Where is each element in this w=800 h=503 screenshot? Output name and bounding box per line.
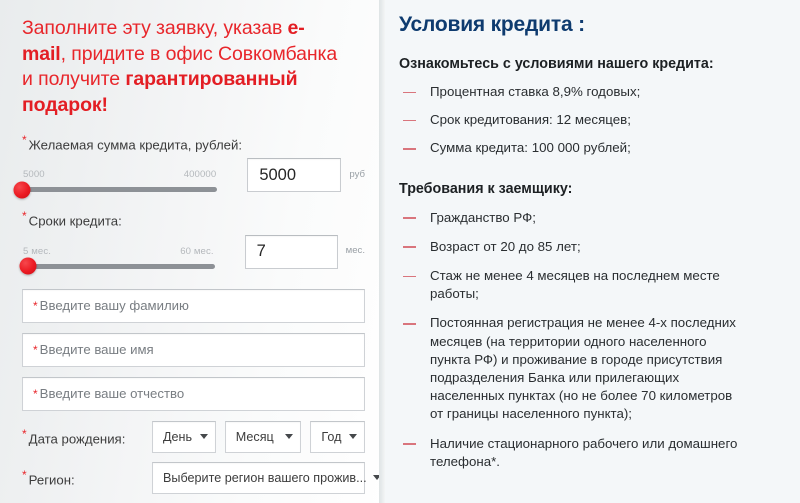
required-asterisk: * [22, 426, 27, 441]
birth-day-select[interactable]: День [152, 420, 216, 453]
region-row: * Регион: Выберите регион вашего прожив..… [22, 461, 381, 494]
amount-slider[interactable]: 5000 400000 [13, 167, 218, 199]
term-slider-range: 5 мес. 60 мес. [22, 246, 215, 257]
conditions-list: Процентная ставка 8,9% годовых; Срок кре… [399, 83, 784, 158]
region-value: Выберите регион вашего прожив... [163, 470, 367, 485]
birthdate-label-text: Дата рождения: [28, 430, 126, 446]
amount-slider-knob[interactable] [13, 181, 31, 199]
birth-month-value: Месяц [235, 429, 274, 444]
required-asterisk: * [33, 342, 38, 357]
birth-day-value: День [163, 429, 193, 444]
term-slider-track[interactable] [19, 257, 215, 275]
list-item: Гражданство РФ; [399, 209, 749, 227]
amount-unit-label: руб [349, 168, 365, 180]
amount-slider-range: 5000 400000 [22, 169, 217, 180]
conditions-title: Условия кредита : [399, 13, 585, 36]
amount-slider-row: 5000 400000 5000 руб [13, 158, 365, 199]
term-value-text: 7 [256, 242, 266, 261]
amount-label: * Желаемая сумма кредита, рублей: [22, 134, 365, 152]
amount-slider-max: 400000 [183, 169, 217, 181]
term-unit-label: мес. [345, 245, 365, 257]
term-value-input[interactable]: 7 [244, 234, 338, 269]
firstname-input[interactable]: * Введите ваше имя [22, 332, 365, 367]
term-slider-max: 60 мес. [180, 245, 214, 257]
conditions-subtitle: Ознакомьтесь с условиями нашего кредита: [399, 56, 714, 72]
surname-placeholder: Введите вашу фамилию [39, 298, 189, 314]
region-label-text: Регион: [28, 471, 75, 487]
amount-slider-track[interactable] [13, 181, 218, 199]
surname-input[interactable]: * Введите вашу фамилию [22, 288, 365, 323]
required-asterisk: * [33, 386, 38, 401]
term-slider-knob[interactable] [19, 257, 37, 275]
panel-divider [379, 0, 385, 503]
headline-part-1: Заполните эту заявку, указав [22, 17, 288, 39]
list-item: Срок кредитования: 12 месяцев; [399, 111, 749, 129]
loan-application-page: Заполните эту заявку, указав e-mail, при… [0, 0, 800, 503]
application-form-panel: Заполните эту заявку, указав e-mail, при… [0, 0, 385, 503]
region-label: * Регион: [22, 469, 152, 487]
chevron-down-icon [285, 434, 294, 440]
term-slider[interactable]: 5 мес. 60 мес. [19, 244, 215, 275]
birthdate-row: * Дата рождения: День Месяц Год [22, 420, 365, 453]
list-item: Постоянная регистрация не менее 4-х посл… [399, 314, 749, 423]
name-fields-group: * Введите вашу фамилию * Введите ваше им… [22, 288, 365, 411]
required-asterisk: * [33, 298, 38, 313]
region-select[interactable]: Выберите регион вашего прожив... [152, 461, 381, 494]
birth-year-select[interactable]: Год [310, 420, 365, 453]
firstname-placeholder: Введите ваше имя [39, 342, 154, 358]
birth-year-value: Год [321, 429, 342, 444]
birthdate-label: * Дата рождения: [22, 428, 152, 446]
requirements-list: Гражданство РФ; Возраст от 20 до 85 лет;… [399, 209, 784, 471]
list-item: Сумма кредита: 100 000 рублей; [399, 139, 749, 157]
birth-month-select[interactable]: Месяц [224, 420, 302, 453]
chevron-down-icon [199, 434, 208, 440]
term-label: * Сроки кредита: [22, 210, 365, 228]
chevron-down-icon [349, 434, 357, 440]
list-item: Процентная ставка 8,9% годовых; [399, 83, 749, 101]
required-asterisk: * [22, 209, 27, 224]
required-asterisk: * [22, 133, 27, 147]
list-item: Возраст от 20 до 85 лет; [399, 238, 749, 256]
list-item: Стаж не менее 4 месяцев на последнем мес… [399, 267, 749, 303]
promo-headline: Заполните эту заявку, указав e-mail, при… [22, 16, 342, 118]
amount-label-text: Желаемая сумма кредита, рублей: [28, 137, 243, 153]
patronymic-input[interactable]: * Введите ваше отчество [22, 376, 365, 411]
patronymic-placeholder: Введите ваше отчество [39, 386, 185, 402]
amount-slider-min: 5000 [23, 169, 45, 181]
credit-conditions-panel: Условия кредита : Ознакомьтесь с условия… [385, 0, 800, 503]
term-slider-min: 5 мес. [23, 245, 51, 257]
term-slider-row: 5 мес. 60 мес. 7 мес. [19, 234, 365, 275]
term-label-text: Сроки кредита: [28, 213, 122, 229]
required-asterisk: * [22, 467, 27, 482]
list-item: Наличие стационарного рабочего или домаш… [399, 435, 749, 471]
amount-value-input[interactable]: 5000 [247, 158, 342, 193]
requirements-subtitle: Требования к заемщику: [399, 180, 573, 197]
amount-value-text: 5000 [259, 165, 297, 184]
